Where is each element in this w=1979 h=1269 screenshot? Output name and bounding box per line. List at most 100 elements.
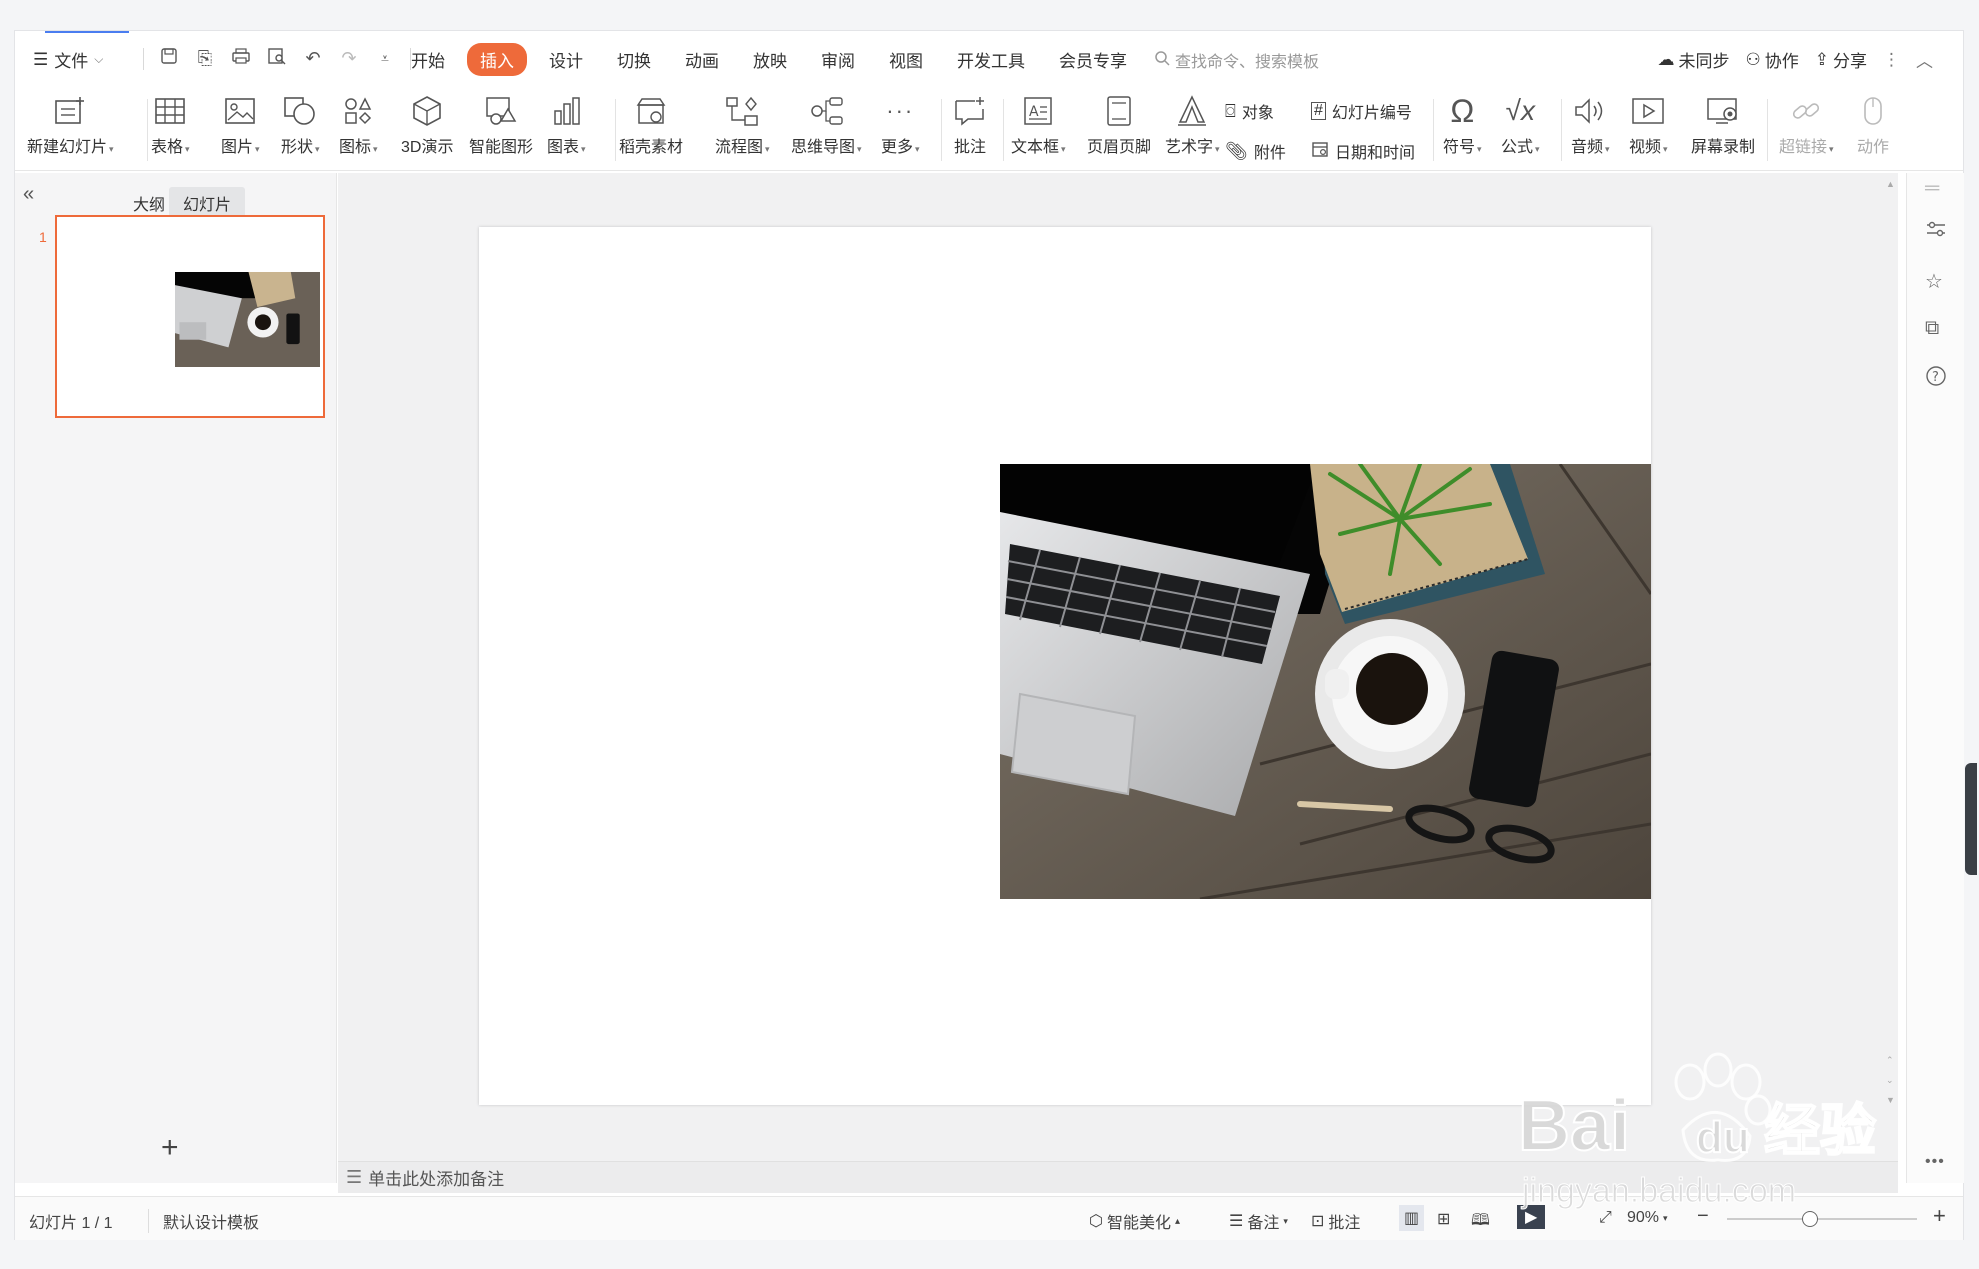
tab-member[interactable]: 会员专享 bbox=[1059, 43, 1127, 76]
collaborate-button[interactable]: ⚇ 协作 bbox=[1746, 47, 1799, 72]
attachment-button[interactable]: 📎︎ 附件 bbox=[1225, 139, 1286, 163]
symbol-button[interactable]: Ω 符号 ▾ bbox=[1443, 91, 1482, 157]
sync-label: 未同步 bbox=[1678, 52, 1730, 71]
slide-sorter-button[interactable]: ⊞ bbox=[1437, 1209, 1450, 1229]
collapse-ribbon-icon[interactable]: ︿ bbox=[1916, 47, 1933, 72]
print-preview-icon[interactable] bbox=[266, 47, 288, 70]
audio-button[interactable]: 音频 ▾ bbox=[1571, 91, 1610, 157]
header-footer-icon bbox=[1105, 91, 1133, 131]
scroll-down-icon[interactable]: ▼ bbox=[1886, 1095, 1895, 1105]
add-slide-button[interactable]: + bbox=[161, 1131, 179, 1165]
zoom-slider-knob[interactable] bbox=[1802, 1211, 1818, 1227]
shape-label: 形状 bbox=[281, 139, 314, 156]
design-template-label[interactable]: 默认设计模板 bbox=[148, 1209, 259, 1233]
more-options-icon[interactable]: ⋮ bbox=[1883, 50, 1900, 70]
status-bar: 幻灯片 1 / 1 默认设计模板 ⬡ 智能美化 ▴ ☰ 备注 ▾ ⊡ 批注 ▥ … bbox=[15, 1196, 1963, 1240]
mindmap-button[interactable]: 思维导图 ▾ bbox=[791, 91, 862, 157]
object-icon: ⌼ bbox=[1225, 100, 1236, 121]
print-icon[interactable] bbox=[230, 47, 252, 70]
format-painter-icon[interactable]: ⎘ bbox=[194, 48, 216, 69]
smartart-label: 智能图形 bbox=[469, 139, 534, 156]
flowchart-label: 流程图 bbox=[715, 139, 764, 156]
flowchart-button[interactable]: 流程图 ▾ bbox=[715, 91, 770, 157]
customize-toolbar-icon[interactable]: ⩡ bbox=[374, 50, 396, 67]
notes-pane[interactable]: ☰ 单击此处添加备注 bbox=[338, 1161, 1898, 1193]
action-button[interactable]: 动作 bbox=[1857, 91, 1889, 157]
laptop-desk-photo[interactable] bbox=[1000, 464, 1651, 899]
star-icon[interactable]: ☆ bbox=[1925, 269, 1943, 294]
save-icon[interactable] bbox=[158, 47, 180, 70]
menu-bar: ☰ 文件 ⌵ ⎘ ↶ ↷ ⩡ 开始 插入 设计 切换 动画 放映 审阅 视图 开… bbox=[15, 39, 1963, 81]
file-menu[interactable]: ☰ 文件 ⌵ bbox=[33, 47, 103, 72]
next-slide-icon[interactable]: ⌄ bbox=[1886, 1075, 1894, 1086]
fit-window-button[interactable]: ⤢ bbox=[1599, 1209, 1612, 1227]
tab-slideshow[interactable]: 放映 bbox=[753, 43, 787, 76]
table-button[interactable]: 表格 ▾ bbox=[151, 91, 190, 157]
picture-button[interactable]: 图片 ▾ bbox=[221, 91, 260, 157]
beautify-icon: ⬡ bbox=[1089, 1213, 1103, 1230]
mouse-icon bbox=[1861, 91, 1885, 131]
tab-home[interactable]: 开始 bbox=[411, 43, 445, 76]
tab-insert[interactable]: 插入 bbox=[467, 43, 527, 76]
tab-review[interactable]: 审阅 bbox=[821, 43, 855, 76]
share-button[interactable]: ⇪ 分享 bbox=[1815, 47, 1867, 72]
smart-beautify-button[interactable]: ⬡ 智能美化 ▴ bbox=[1089, 1209, 1180, 1233]
smartart-button[interactable]: 智能图形 bbox=[469, 91, 533, 157]
comment-icon: ⊡ bbox=[1311, 1213, 1325, 1230]
more-options-icon[interactable]: ••• bbox=[1925, 1153, 1945, 1171]
hamburger-icon: ☰ bbox=[33, 49, 49, 69]
header-footer-button[interactable]: 页眉页脚 bbox=[1087, 91, 1151, 157]
share-icon: ⇪ bbox=[1814, 49, 1829, 69]
search-placeholder: 查找命令、搜索模板 bbox=[1175, 54, 1320, 71]
zoom-out-button[interactable]: − bbox=[1697, 1205, 1709, 1228]
sync-button[interactable]: ☁ 未同步 bbox=[1658, 47, 1730, 72]
formula-button[interactable]: √x 公式 ▾ bbox=[1501, 91, 1540, 157]
tab-animation[interactable]: 动画 bbox=[685, 43, 719, 76]
slide-canvas[interactable] bbox=[479, 227, 1651, 1105]
properties-icon[interactable] bbox=[1925, 219, 1947, 245]
video-button[interactable]: 视频 ▾ bbox=[1629, 91, 1668, 157]
object-label: 对象 bbox=[1241, 105, 1274, 122]
icon-button[interactable]: 图标 ▾ bbox=[339, 91, 378, 157]
side-drawer-handle[interactable] bbox=[1965, 763, 1977, 875]
zoom-in-button[interactable]: + bbox=[1933, 1203, 1946, 1229]
wordart-button[interactable]: 艺术字 ▾ bbox=[1165, 91, 1220, 157]
more-button[interactable]: ··· 更多 ▾ bbox=[881, 91, 920, 157]
slide-switch-icon[interactable]: ⧉ bbox=[1925, 317, 1939, 340]
command-search[interactable]: 查找命令、搜索模板 bbox=[1154, 48, 1319, 72]
hash-box-icon: # bbox=[1311, 102, 1326, 120]
notes-toggle-button[interactable]: ☰ 备注 ▾ bbox=[1229, 1209, 1288, 1233]
zoom-dropdown[interactable]: 90% ▾ bbox=[1627, 1209, 1668, 1227]
undo-icon[interactable]: ↶ bbox=[302, 48, 324, 69]
tab-design[interactable]: 设计 bbox=[549, 43, 583, 76]
tab-transition[interactable]: 切换 bbox=[617, 43, 651, 76]
play-slideshow-button[interactable]: ▶ bbox=[1517, 1205, 1546, 1229]
hyperlink-button[interactable]: 超链接 ▾ bbox=[1779, 91, 1834, 157]
tab-developer[interactable]: 开发工具 bbox=[957, 43, 1025, 76]
scroll-up-icon[interactable]: ▲ bbox=[1886, 179, 1895, 189]
vertical-scrollbar[interactable]: ▲ ⌃ ⌄ ▼ bbox=[1884, 173, 1898, 1163]
share-label: 分享 bbox=[1833, 52, 1867, 71]
zoom-slider-track[interactable] bbox=[1727, 1218, 1917, 1220]
redo-icon[interactable]: ↷ bbox=[338, 48, 360, 69]
shape-button[interactable]: 形状 ▾ bbox=[281, 91, 320, 157]
datetime-button[interactable]: 日期和时间 bbox=[1311, 139, 1415, 163]
help-icon[interactable]: ? bbox=[1925, 365, 1947, 393]
new-slide-button[interactable]: 新建幻灯片 ▾ bbox=[27, 91, 114, 157]
slide-number-button[interactable]: # 幻灯片编号 bbox=[1311, 99, 1412, 123]
object-button[interactable]: ⌼ 对象 bbox=[1225, 99, 1274, 123]
3d-demo-button[interactable]: 3D演示 bbox=[401, 91, 453, 157]
divider bbox=[1561, 99, 1562, 161]
normal-view-button[interactable]: ▥ bbox=[1399, 1205, 1425, 1231]
tab-view[interactable]: 视图 bbox=[889, 43, 923, 76]
material-button[interactable]: 稻壳素材 bbox=[619, 91, 683, 157]
prev-slide-icon[interactable]: ⌃ bbox=[1886, 1055, 1894, 1066]
comment-button[interactable]: 批注 bbox=[953, 91, 987, 157]
collapse-panel-icon[interactable]: « bbox=[23, 183, 34, 206]
chart-button[interactable]: 图表 ▾ bbox=[547, 91, 586, 157]
slide-thumbnail[interactable] bbox=[55, 215, 325, 418]
screen-record-button[interactable]: 屏幕录制 bbox=[1691, 91, 1755, 157]
textbox-button[interactable]: A 文本框 ▾ bbox=[1011, 91, 1066, 157]
comments-toggle-button[interactable]: ⊡ 批注 bbox=[1311, 1209, 1360, 1233]
reading-view-button[interactable]: 🕮︎ bbox=[1471, 1209, 1490, 1236]
